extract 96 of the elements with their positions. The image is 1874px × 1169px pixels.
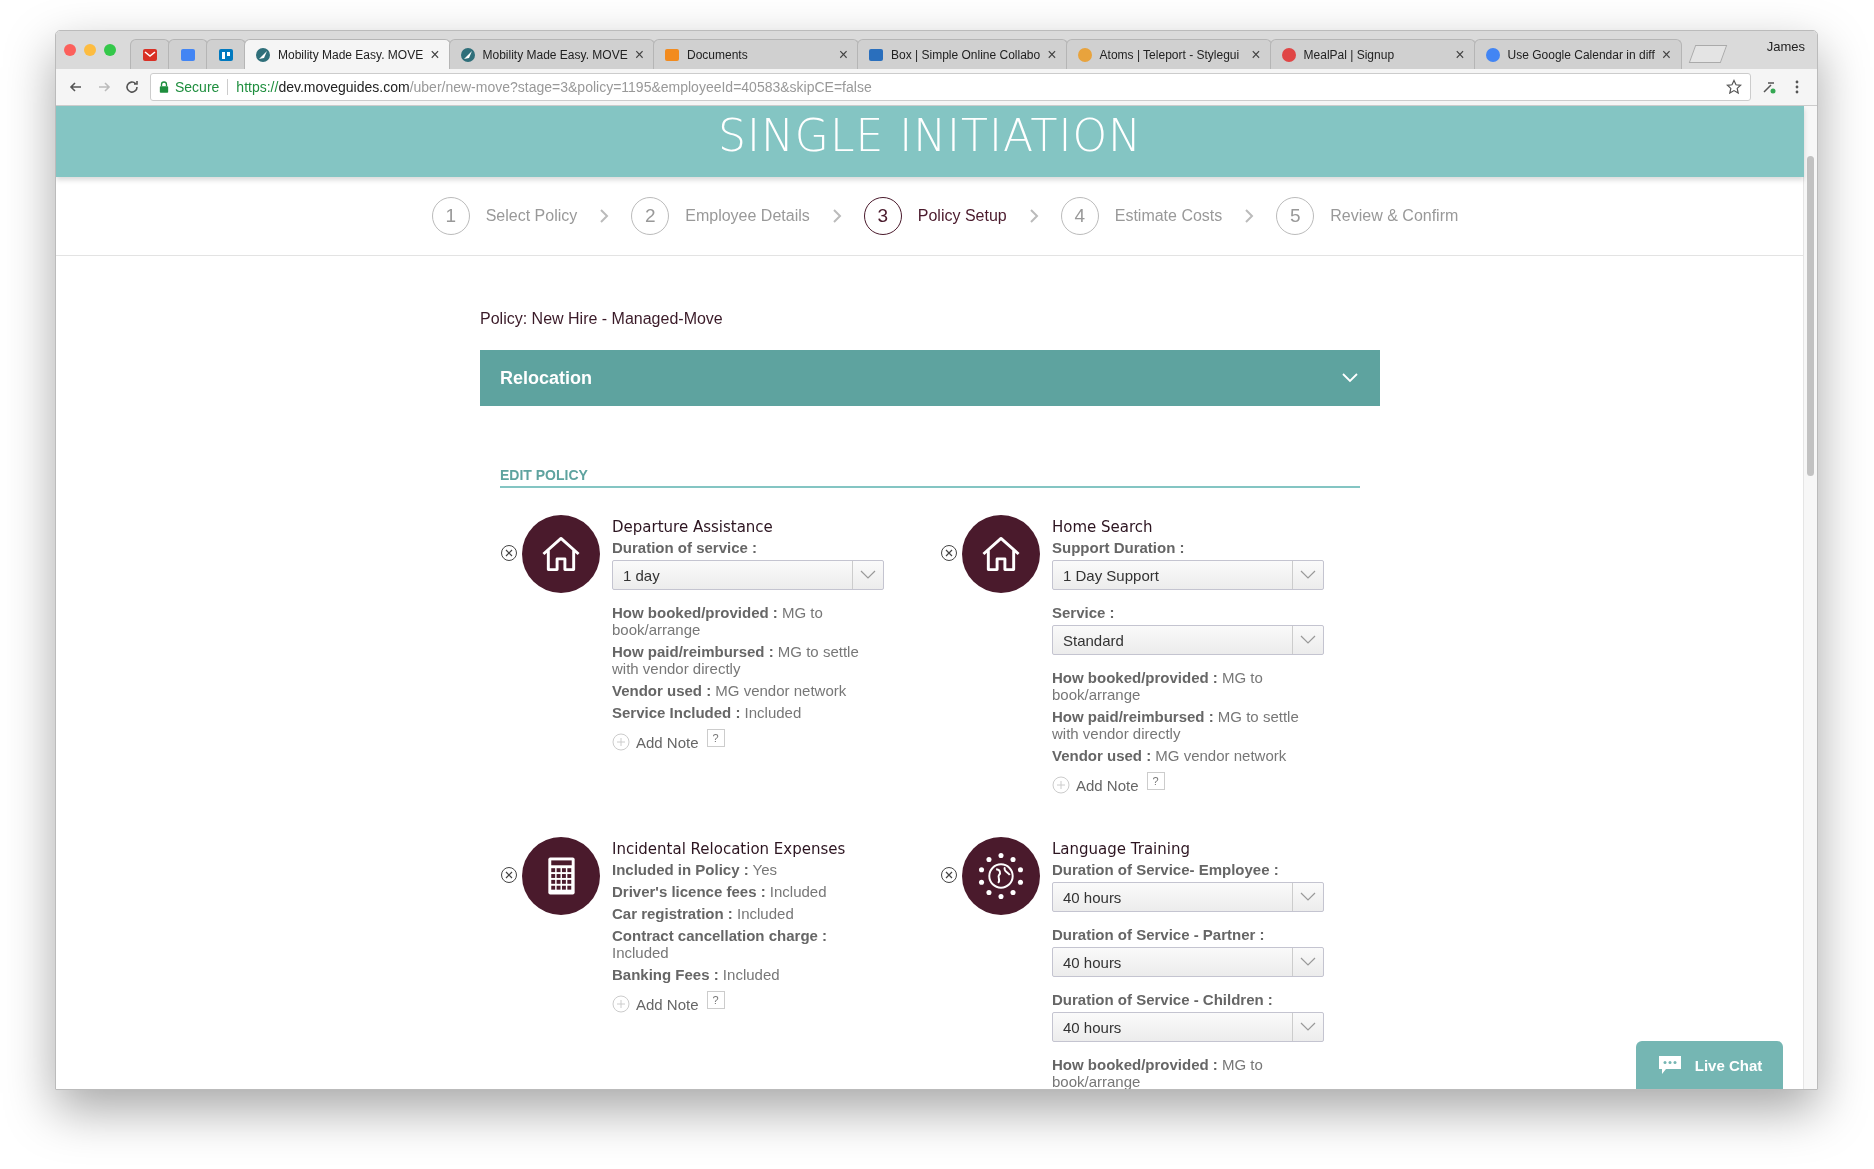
- extension-icon[interactable]: [1761, 79, 1777, 95]
- select-field[interactable]: 40 hours: [1052, 882, 1324, 912]
- url-text[interactable]: https://dev.moveguides.com/uber/new-move?stage=3&policy=1195&employeeId=40583&skipCE=false: [236, 79, 1720, 95]
- select-field[interactable]: 40 hours: [1052, 947, 1324, 977]
- service-title: Departure Assistance: [612, 518, 774, 536]
- caret-icon: [1300, 1022, 1316, 1032]
- remove-icon[interactable]: [940, 544, 958, 562]
- chevron-icon: [1028, 208, 1039, 224]
- detail-text: How paid/reimbursed : MG to settle with vendor directly: [1052, 708, 1300, 742]
- field-label: Duration of Service - Children :: [1052, 991, 1274, 1008]
- detail-text: Banking Fees : Included: [612, 966, 781, 983]
- house-icon: [962, 515, 1040, 593]
- close-icon[interactable]: ×: [430, 45, 440, 64]
- service-title: Language Training: [1052, 840, 1191, 858]
- detail-text: How booked/provided : MG to book/arrange: [1052, 669, 1264, 703]
- plus-icon: [612, 733, 630, 751]
- reload-icon[interactable]: [124, 79, 140, 95]
- add-note-button[interactable]: Add Note: [1052, 776, 1139, 794]
- chat-icon: [1656, 1055, 1683, 1075]
- calculator-icon: [522, 837, 600, 915]
- detail-text: Car registration : Included: [612, 905, 795, 922]
- select-field[interactable]: 1 day: [612, 560, 884, 590]
- wizard-step[interactable]: 3 Policy Setup: [863, 197, 1007, 235]
- browser-tab[interactable]: Atoms | Teleport - Stylegui ×: [1065, 39, 1272, 69]
- remove-icon[interactable]: [940, 866, 958, 884]
- field-label: Duration of service :: [612, 539, 759, 556]
- chevron-icon: [1244, 208, 1255, 224]
- section-label: EDIT POLICY: [500, 467, 588, 483]
- compass-icon: [459, 46, 476, 63]
- remove-icon[interactable]: [500, 544, 518, 562]
- close-icon[interactable]: ×: [1047, 45, 1057, 64]
- detail-text: Vendor used : MG vendor network: [1052, 747, 1288, 764]
- house-icon: [522, 515, 600, 593]
- caret-icon: [1300, 892, 1316, 902]
- field-label: Service :: [1052, 604, 1116, 621]
- favicon-icon: [664, 46, 680, 63]
- help-button[interactable]: ?: [706, 991, 725, 1009]
- star-icon[interactable]: [1726, 79, 1742, 95]
- policy-label: Policy: New Hire - Managed-Move: [480, 310, 724, 328]
- favicon-icon: [868, 46, 884, 63]
- detail-text: Driver's licence fees : Included: [612, 883, 828, 900]
- select-field[interactable]: Standard: [1052, 625, 1324, 655]
- detail-text: How booked/provided : MG to book/arrange: [612, 604, 824, 638]
- favicon-icon: [218, 46, 234, 63]
- service-title: Home Search: [1052, 518, 1154, 536]
- scrollbar[interactable]: [1803, 106, 1817, 1089]
- browser-tab[interactable]: MealPal | Signup ×: [1269, 39, 1476, 69]
- browser-tab[interactable]: [206, 39, 246, 69]
- favicon-icon: [1484, 46, 1501, 63]
- close-icon[interactable]: ×: [1455, 45, 1465, 64]
- add-note-button[interactable]: Add Note: [612, 995, 699, 1013]
- caret-icon: [1300, 957, 1316, 967]
- chevron-icon: [599, 208, 610, 224]
- chevron-icon: [831, 208, 842, 224]
- select-field[interactable]: 1 Day Support: [1052, 560, 1324, 590]
- close-icon[interactable]: ×: [1251, 45, 1261, 64]
- browser-tab[interactable]: Use Google Calendar in diff ×: [1473, 39, 1683, 69]
- browser-tab[interactable]: Box | Simple Online Collabo ×: [857, 39, 1068, 69]
- detail-text: Contract cancellation charge : Included: [612, 927, 829, 961]
- close-icon[interactable]: ×: [1661, 45, 1672, 64]
- browser-tab[interactable]: Mobility Made Easy. MOVE ×: [448, 39, 655, 69]
- caret-icon: [860, 570, 876, 580]
- plus-icon: [1052, 776, 1070, 794]
- close-icon[interactable]: ×: [634, 45, 644, 64]
- caret-icon: [1300, 570, 1316, 580]
- remove-icon[interactable]: [500, 866, 518, 884]
- service-title: Incidental Relocation Expenses: [612, 840, 847, 858]
- favicon-icon: [142, 46, 158, 63]
- browser-tab[interactable]: [130, 39, 170, 69]
- address-bar[interactable]: Secure https://dev.moveguides.com/uber/new-move?stage=3&policy=1195&employeeId=40583&skipCE=false: [150, 73, 1751, 101]
- chevron-icon: [1342, 373, 1358, 383]
- favicon-icon: [180, 46, 196, 63]
- detail-text: Vendor used : MG vendor network: [612, 682, 848, 699]
- favicon-icon: [1076, 46, 1093, 63]
- select-field[interactable]: 40 hours: [1052, 1012, 1324, 1042]
- globe-icon: [962, 837, 1040, 915]
- help-button[interactable]: ?: [1146, 772, 1165, 790]
- field-label: Duration of Service- Employee :: [1052, 861, 1280, 878]
- favicon-icon: [1280, 46, 1297, 63]
- caret-icon: [1300, 635, 1316, 645]
- secure-label: Secure: [175, 79, 220, 95]
- detail-text: Included in Policy : Yes: [612, 861, 779, 878]
- close-icon[interactable]: ×: [838, 45, 848, 64]
- lock-icon: [159, 81, 169, 93]
- profile-name[interactable]: James: [1766, 39, 1805, 54]
- browser-tab[interactable]: Mobility Made Easy. MOVE ×: [244, 39, 451, 69]
- plus-icon: [612, 995, 630, 1013]
- compass-icon: [255, 46, 271, 63]
- add-note-button[interactable]: Add Note: [612, 733, 699, 751]
- detail-text: How paid/reimbursed : MG to settle with vendor directly: [612, 643, 860, 677]
- help-button[interactable]: ?: [706, 729, 725, 747]
- field-label: Duration of Service - Partner :: [1052, 926, 1266, 943]
- page-title: SINGLE INITIATION: [718, 109, 1142, 163]
- field-label: Support Duration :: [1052, 539, 1186, 556]
- browser-tab[interactable]: Documents ×: [653, 39, 859, 69]
- detail-text: Service Included : Included: [612, 704, 803, 721]
